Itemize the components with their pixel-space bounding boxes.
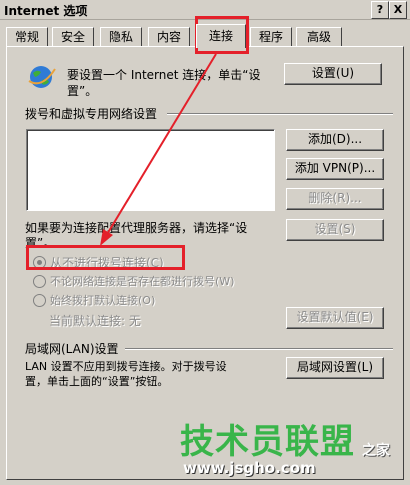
help-button[interactable]: ? <box>371 1 389 19</box>
close-button[interactable]: X <box>389 1 407 19</box>
radio-always-dial[interactable] <box>33 294 46 307</box>
radio-dial-when-absent[interactable] <box>33 275 46 288</box>
tab-content[interactable]: 内容 <box>148 27 190 47</box>
lan-settings-button[interactable]: 局域网设置(L) <box>286 357 384 379</box>
tab-privacy[interactable]: 隐私 <box>100 27 142 47</box>
window-title: Internet 选项 <box>4 4 88 18</box>
tab-general[interactable]: 常规 <box>6 27 48 47</box>
watermark-url: www.jsgho.com <box>183 459 316 477</box>
lan-text-line1: LAN 设置不应用到拨号连接。对于拨号设 <box>25 360 227 373</box>
watermark-brand: 技术员联盟 <box>180 422 355 462</box>
setup-button[interactable]: 设置(U) <box>284 63 382 85</box>
internet-options-window: Internet 选项 ? X 常规 安全 隐私 内容 连接 程序 高级 要设置… <box>0 0 410 485</box>
tab-advanced[interactable]: 高级 <box>296 27 342 47</box>
radio-dial-when-absent-label: 不论网络连接是否存在都进行拨号(W) <box>50 275 235 288</box>
lan-group-label: 局域网(LAN)设置 <box>25 342 119 356</box>
setup-text-line1: 要设置一个 Internet 连接，单击“设 <box>67 68 261 82</box>
add-vpn-button[interactable]: 添加 VPN(P)... <box>286 158 384 180</box>
lan-separator <box>125 348 393 350</box>
current-default-connection: 当前默认连接: 无 <box>49 314 141 328</box>
tab-security[interactable]: 安全 <box>52 27 94 47</box>
delete-button[interactable]: 删除(R)... <box>286 188 384 210</box>
connections-listbox[interactable] <box>26 129 275 211</box>
dialup-group-label: 拨号和虚拟专用网络设置 <box>25 107 158 121</box>
add-button[interactable]: 添加(D)... <box>286 129 384 151</box>
watermark-brand-suffix: 之家 <box>362 443 390 459</box>
highlight-never-dial-option <box>26 245 185 270</box>
settings-button[interactable]: 设置(S) <box>286 219 384 241</box>
dialup-separator <box>167 113 393 115</box>
proxy-text-line1: 如果要为连接配置代理服务器，请选择“设 <box>25 221 248 235</box>
tab-strip: 常规 安全 隐私 内容 连接 程序 高级 <box>6 24 406 48</box>
tab-connections[interactable]: 连接 <box>196 24 246 48</box>
globe-icon <box>28 66 56 88</box>
lan-text-line2: 置，单击上面的“设置”按钮。 <box>25 375 169 388</box>
setup-text-line2: 置”。 <box>67 84 98 98</box>
radio-always-dial-label: 始终拨打默认连接(O) <box>50 294 156 307</box>
tab-programs[interactable]: 程序 <box>250 27 292 47</box>
set-default-button[interactable]: 设置默认值(E) <box>286 307 384 329</box>
